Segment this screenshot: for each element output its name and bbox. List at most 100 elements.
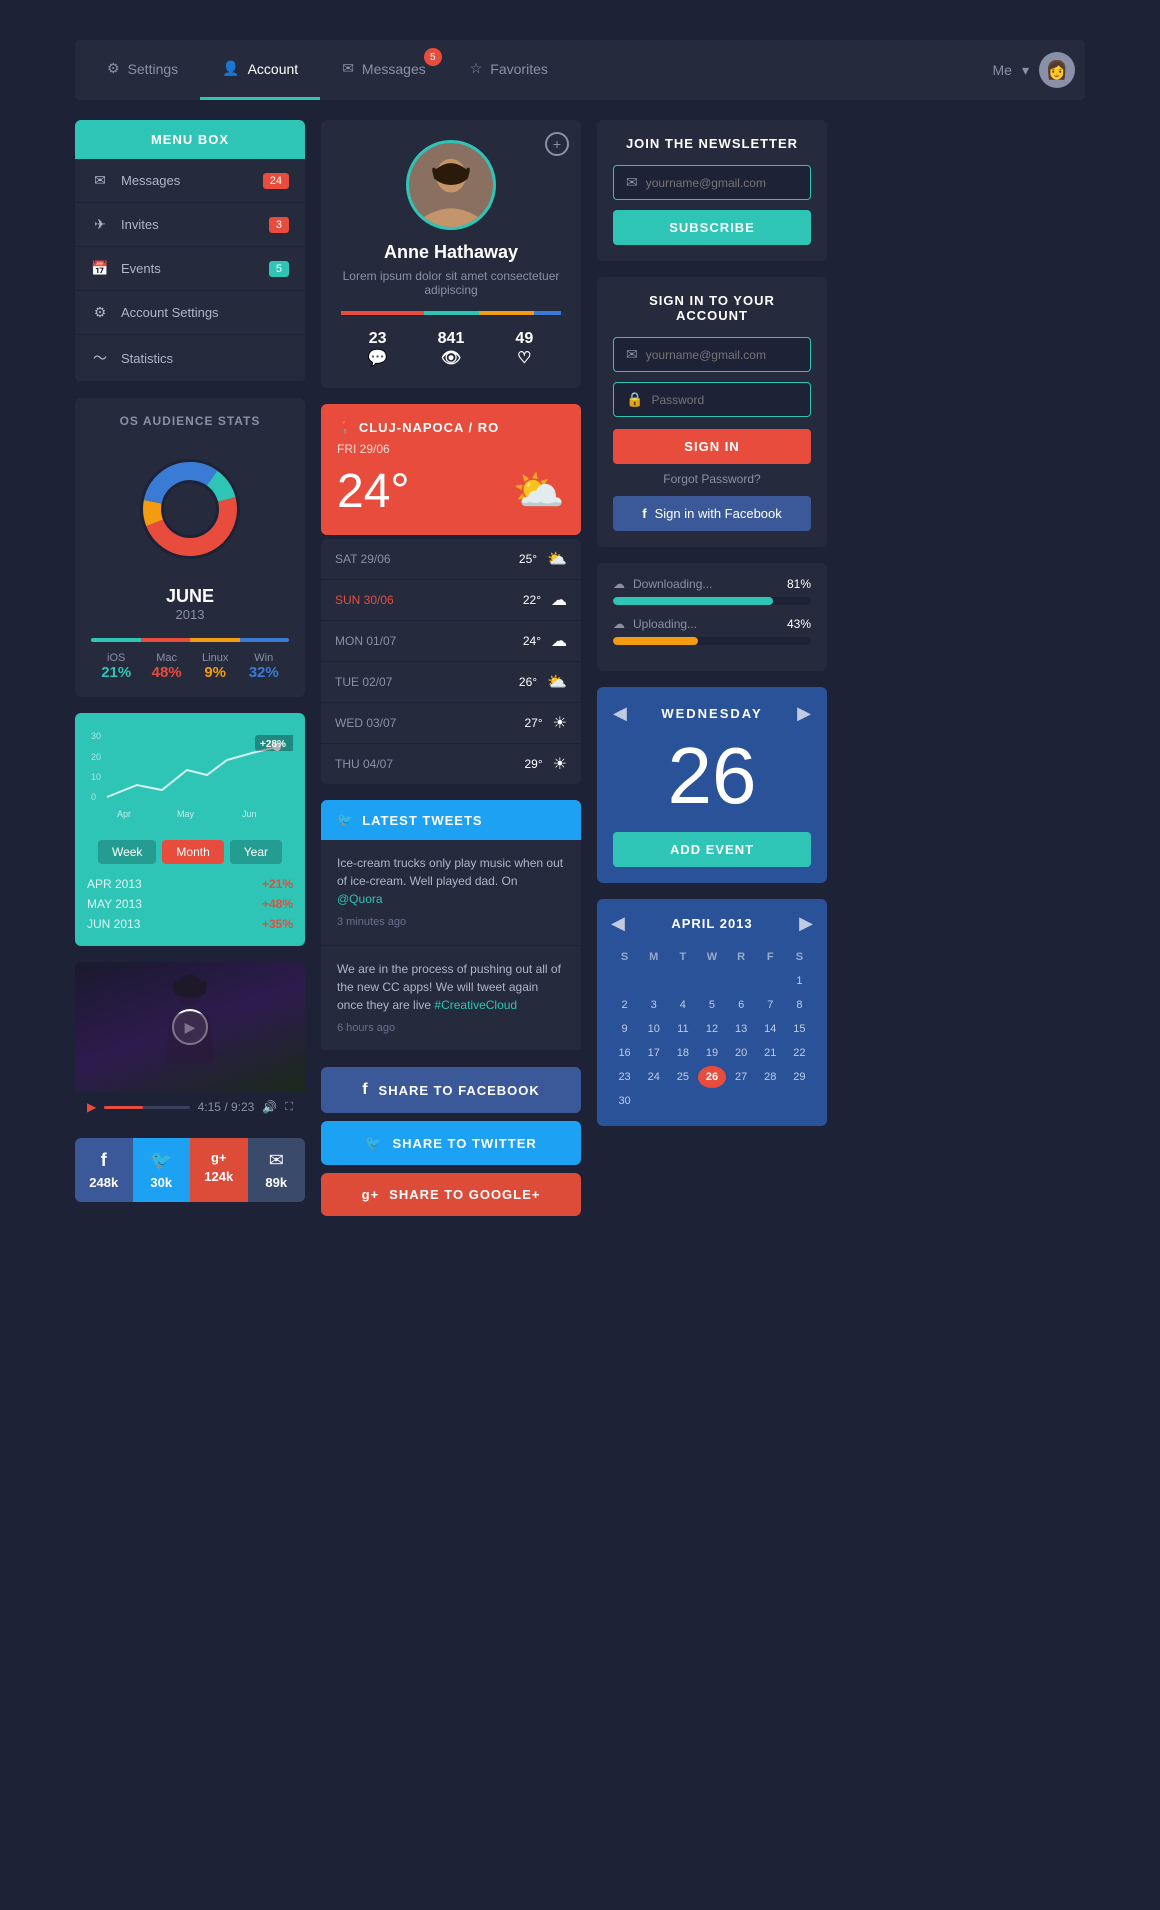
nav-user[interactable]: Me ▾ 👩 bbox=[993, 52, 1075, 88]
cal-day-cell[interactable]: 11 bbox=[669, 1018, 696, 1040]
forecast-temp-sat: 25° bbox=[519, 552, 537, 566]
cal-header-cell: S bbox=[611, 946, 638, 968]
cal-day-cell[interactable]: 7 bbox=[757, 994, 784, 1016]
os-stat-ios: iOS 21% bbox=[101, 652, 131, 681]
newsletter-email-input[interactable] bbox=[646, 176, 801, 190]
cal-day-cell[interactable]: 13 bbox=[728, 1018, 755, 1040]
menu-item-account-settings[interactable]: ⚙ Account Settings bbox=[75, 291, 305, 335]
cal-day-cell[interactable]: 9 bbox=[611, 1018, 638, 1040]
weather-icon: ⛅ bbox=[513, 467, 565, 516]
month-btn[interactable]: Month bbox=[162, 840, 223, 864]
tweet-1: Ice-cream trucks only play music when ou… bbox=[321, 840, 581, 946]
tweet-1-link[interactable]: @Quora bbox=[337, 892, 383, 906]
email-field-icon: ✉ bbox=[626, 174, 638, 191]
subscribe-button[interactable]: SUBSCRIBE bbox=[613, 210, 811, 245]
video-time: 4:15 / 9:23 bbox=[198, 1100, 255, 1114]
signin-email-field: ✉ bbox=[613, 337, 811, 372]
nav-tab-account[interactable]: 👤 Account bbox=[200, 40, 320, 100]
cal-day-cell[interactable]: 1 bbox=[786, 970, 813, 992]
stats-icon: 〜 bbox=[91, 348, 109, 368]
newsletter-title: JOIN THE NEWSLETTER bbox=[613, 136, 811, 151]
cal-day-cell[interactable]: 21 bbox=[757, 1042, 784, 1064]
calendar-month-label: APRIL 2013 bbox=[671, 916, 752, 931]
video-progress-bar[interactable] bbox=[104, 1106, 189, 1109]
cal-day-cell[interactable]: 30 bbox=[611, 1090, 638, 1112]
volume-icon[interactable]: 🔊 bbox=[262, 1100, 277, 1114]
cal-day-cell[interactable]: 26 bbox=[698, 1066, 725, 1088]
twitter-icon: 🐦 bbox=[139, 1150, 185, 1171]
cal-day-cell[interactable]: 23 bbox=[611, 1066, 638, 1088]
tweet-2-link[interactable]: #CreativeCloud bbox=[434, 998, 517, 1012]
avatar: 👩 bbox=[1039, 52, 1075, 88]
cal-day-cell[interactable]: 17 bbox=[640, 1042, 667, 1064]
menu-item-statistics[interactable]: 〜 Statistics bbox=[75, 335, 305, 382]
cal-day-cell[interactable]: 20 bbox=[728, 1042, 755, 1064]
cal-day-cell[interactable]: 12 bbox=[698, 1018, 725, 1040]
progress-box: ☁ Downloading... 81% ☁ Uploading... 43% bbox=[597, 563, 827, 671]
cal-day-cell[interactable]: 15 bbox=[786, 1018, 813, 1040]
cal-day-cell[interactable]: 19 bbox=[698, 1042, 725, 1064]
cal-grid-prev-btn[interactable]: ◀ bbox=[611, 913, 625, 934]
signin-password-field: 🔒 bbox=[613, 382, 811, 417]
upload-pct: 43% bbox=[787, 617, 811, 631]
share-twitter-button[interactable]: 🐦 SHARE TO TWITTER bbox=[321, 1121, 581, 1165]
cal-day-cell[interactable]: 29 bbox=[786, 1066, 813, 1088]
menu-invites-label: Invites bbox=[121, 217, 257, 232]
cal-day-cell[interactable]: 28 bbox=[757, 1066, 784, 1088]
cal-day-cell[interactable]: 5 bbox=[698, 994, 725, 1016]
downloading-label: Downloading... bbox=[633, 577, 712, 591]
forecast-temp-wed: 27° bbox=[525, 716, 543, 730]
menu-item-events[interactable]: 📅 Events 5 bbox=[75, 247, 305, 291]
signin-email-input[interactable] bbox=[646, 348, 801, 362]
social-facebook[interactable]: f 248k bbox=[75, 1138, 133, 1202]
cal-day-cell[interactable]: 24 bbox=[640, 1066, 667, 1088]
cal-day-cell[interactable]: 14 bbox=[757, 1018, 784, 1040]
cal-day-cell[interactable]: 18 bbox=[669, 1042, 696, 1064]
chart-jun-value: +35% bbox=[262, 917, 293, 931]
social-twitter[interactable]: 🐦 30k bbox=[133, 1138, 191, 1202]
cal-day-cell[interactable]: 8 bbox=[786, 994, 813, 1016]
cal-day-cell[interactable]: 22 bbox=[786, 1042, 813, 1064]
cal-day-cell[interactable]: 10 bbox=[640, 1018, 667, 1040]
upload-info: ☁ Uploading... 43% bbox=[613, 617, 811, 631]
week-btn[interactable]: Week bbox=[98, 840, 156, 864]
cal-grid-next-btn[interactable]: ▶ bbox=[799, 913, 813, 934]
social-email[interactable]: ✉ 89k bbox=[248, 1138, 306, 1202]
year-btn[interactable]: Year bbox=[230, 840, 282, 864]
download-icon: ☁ bbox=[613, 577, 625, 591]
signin-button[interactable]: SIGN IN bbox=[613, 429, 811, 464]
cal-day-cell[interactable]: 2 bbox=[611, 994, 638, 1016]
likes-count: 49 bbox=[488, 330, 561, 348]
share-googleplus-button[interactable]: g+ SHARE TO GOOGLE+ bbox=[321, 1173, 581, 1216]
calendar-prev-btn[interactable]: ◀ bbox=[613, 703, 627, 724]
add-button[interactable]: + bbox=[545, 132, 569, 156]
cal-day-cell[interactable]: 6 bbox=[728, 994, 755, 1016]
cal-day-cell[interactable]: 3 bbox=[640, 994, 667, 1016]
share-facebook-button[interactable]: f SHARE TO FACEBOOK bbox=[321, 1067, 581, 1113]
facebook-signin-button[interactable]: f Sign in with Facebook bbox=[613, 496, 811, 531]
nav-tab-settings[interactable]: ⚙ Settings bbox=[85, 40, 200, 100]
send-icon: ✈ bbox=[91, 216, 109, 233]
fullscreen-icon[interactable]: ⛶ bbox=[285, 1101, 293, 1114]
svg-text:Jun: Jun bbox=[242, 809, 257, 819]
calendar-next-btn[interactable]: ▶ bbox=[797, 703, 811, 724]
cal-day-cell[interactable]: 27 bbox=[728, 1066, 755, 1088]
menu-item-messages[interactable]: ✉ Messages 24 bbox=[75, 159, 305, 203]
forecast-thu: THU 04/07 29° ☀ bbox=[321, 744, 581, 784]
profile-views: 841 👁 bbox=[414, 330, 487, 368]
nav-tab-favorites[interactable]: ☆ Favorites bbox=[448, 40, 570, 100]
menu-item-invites[interactable]: ✈ Invites 3 bbox=[75, 203, 305, 247]
chart-may-value: +48% bbox=[262, 897, 293, 911]
forgot-password-link[interactable]: Forgot Password? bbox=[613, 472, 811, 486]
cal-day-cell[interactable]: 16 bbox=[611, 1042, 638, 1064]
social-googleplus[interactable]: g+ 124k bbox=[190, 1138, 248, 1202]
download-pct: 81% bbox=[787, 577, 811, 591]
upload-icon: ☁ bbox=[613, 617, 625, 631]
cal-day-cell[interactable]: 25 bbox=[669, 1066, 696, 1088]
nav-tab-messages[interactable]: ✉ Messages 5 bbox=[320, 40, 448, 100]
signin-password-input[interactable] bbox=[651, 393, 806, 407]
add-event-button[interactable]: ADD EVENT bbox=[613, 832, 811, 867]
main-grid: MENU BOX ✉ Messages 24 ✈ Invites 3 📅 Eve… bbox=[75, 120, 1085, 1224]
play-icon[interactable]: ▶ bbox=[87, 1100, 96, 1114]
cal-day-cell[interactable]: 4 bbox=[669, 994, 696, 1016]
